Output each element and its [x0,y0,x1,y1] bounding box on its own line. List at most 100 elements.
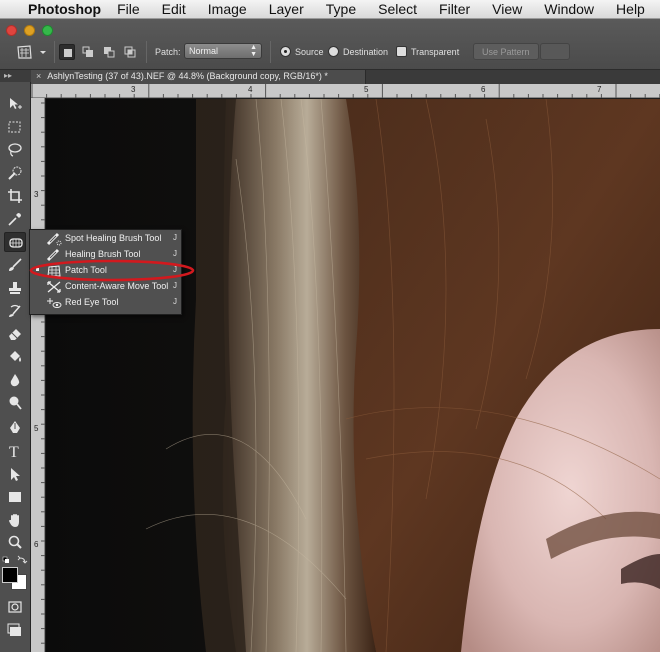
path-selection-arrow-icon [11,468,20,481]
path-selection-tool[interactable] [4,464,26,484]
document-canvas[interactable] [46,99,660,652]
window-minimize-button[interactable] [24,25,35,36]
content-aware-move-icon [47,281,61,293]
pen-tool[interactable] [4,418,26,438]
flyout-item-patch[interactable]: Patch Tool J [30,263,181,279]
flyout-item-spot-healing-brush[interactable]: Spot Healing Brush Tool J [30,231,181,247]
move-tool[interactable] [4,94,26,114]
source-radio[interactable] [280,46,291,57]
flyout-item-content-aware-move[interactable]: Content-Aware Move Tool J [30,279,181,295]
lasso-icon [8,143,22,157]
quick-selection-icon [8,166,22,180]
healing-tools-flyout: Spot Healing Brush Tool J Healing Brush … [29,229,182,315]
ruler-label-v6: 6 [34,540,39,549]
options-bar: Patch: Normal ▲ ▼ Source Destination Tran… [0,19,660,70]
menu-image[interactable]: Image [208,1,247,17]
subtract-from-selection-button[interactable] [101,44,117,60]
menu-file[interactable]: File [117,1,140,17]
pattern-picker-swatch[interactable] [540,43,570,60]
flyout-item-shortcut: J [173,233,177,242]
new-selection-icon [64,49,72,57]
svg-text:T: T [9,444,19,459]
menu-filter[interactable]: Filter [439,1,470,17]
menu-select[interactable]: Select [378,1,417,17]
photoshop-window: Photoshop File Edit Image Layer Type Sel… [0,0,660,652]
hand-tool[interactable] [4,510,26,530]
blur-tool[interactable] [4,370,26,390]
marquee-tool[interactable] [4,117,26,137]
crop-tool[interactable] [4,186,26,206]
dodge-tool[interactable] [4,393,26,413]
destination-radio[interactable] [328,46,339,57]
window-zoom-button[interactable] [42,25,53,36]
menu-help[interactable]: Help [616,1,645,17]
screen-mode-icon [7,623,21,636]
document-tab[interactable]: × AshlynTesting (37 of 43).NEF @ 44.8% (B… [31,70,366,84]
patch-mode-select[interactable]: Normal ▲ ▼ [184,43,262,59]
history-brush-tool[interactable] [4,301,26,321]
paint-bucket-icon [10,351,21,362]
vertical-ruler[interactable]: 3 4 5 6 [31,98,45,652]
quick-mask-button[interactable] [4,597,26,617]
clone-stamp-tool[interactable] [4,278,26,298]
blur-drop-icon [10,374,20,387]
select-arrows-icon: ▲ ▼ [250,44,257,58]
type-tool[interactable]: T [4,441,26,461]
intersect-selection-button[interactable] [122,44,138,60]
horizontal-ruler[interactable]: 3 4 5 6 7 [31,84,660,98]
clone-stamp-icon [9,282,21,294]
screen-mode-button[interactable] [4,620,26,640]
foreground-color-swatch[interactable] [2,567,18,583]
paint-bucket-tool[interactable] [4,347,26,367]
eraser-tool[interactable] [4,324,26,344]
red-eye-icon [47,298,62,308]
close-icon[interactable]: × [36,71,41,81]
ruler-label-3: 3 [131,85,136,94]
flyout-item-label: Healing Brush Tool [65,249,141,259]
flyout-item-shortcut: J [173,265,177,274]
swap-colors-row [2,554,29,566]
zoom-tool[interactable] [4,532,26,552]
default-and-swap-colors-icon[interactable] [2,555,29,567]
patch-icon [47,265,61,277]
brush-tool[interactable] [4,255,26,275]
panel-collapse-grip[interactable]: ▸▸ [0,70,31,82]
spot-healing-brush-icon [9,238,23,248]
crop-icon [8,189,22,203]
ruler-label-6: 6 [481,85,486,94]
window-close-button[interactable] [6,25,17,36]
menu-edit[interactable]: Edit [162,1,186,17]
flyout-item-shortcut: J [173,297,177,306]
selected-bullet-icon [36,268,39,271]
lasso-tool[interactable] [4,140,26,160]
menu-window[interactable]: Window [544,1,594,17]
rectangular-marquee-icon [8,121,21,133]
rectangle-shape-icon [9,492,21,502]
brush-icon [9,258,22,271]
tool-preset-picker[interactable] [14,43,50,61]
quick-selection-tool[interactable] [4,163,26,183]
menu-view[interactable]: View [492,1,522,17]
menu-type[interactable]: Type [326,1,356,17]
chevron-down-icon [40,51,46,54]
menu-layer[interactable]: Layer [269,1,304,17]
spot-healing-brush-tool[interactable] [4,232,26,252]
history-brush-icon [9,304,21,317]
flyout-item-healing-brush[interactable]: Healing Brush Tool J [30,247,181,263]
flyout-item-label: Red Eye Tool [65,297,119,307]
menu-app-name[interactable]: Photoshop [28,1,101,17]
flyout-item-red-eye[interactable]: Red Eye Tool J [30,295,181,311]
transparent-label: Transparent [411,47,460,57]
horizontal-ruler-ticks [31,84,660,98]
patch-tool-preset-icon [17,45,46,59]
quick-mask-icon [8,601,22,613]
move-icon [10,98,22,109]
add-to-selection-button[interactable] [80,44,96,60]
ruler-label-7: 7 [597,85,602,94]
eyedropper-tool[interactable] [4,209,26,229]
use-pattern-button[interactable]: Use Pattern [473,43,539,60]
transparent-checkbox[interactable] [396,46,407,57]
magnifier-icon [8,535,22,549]
rectangle-tool[interactable] [4,487,26,507]
new-selection-button[interactable] [59,44,75,60]
